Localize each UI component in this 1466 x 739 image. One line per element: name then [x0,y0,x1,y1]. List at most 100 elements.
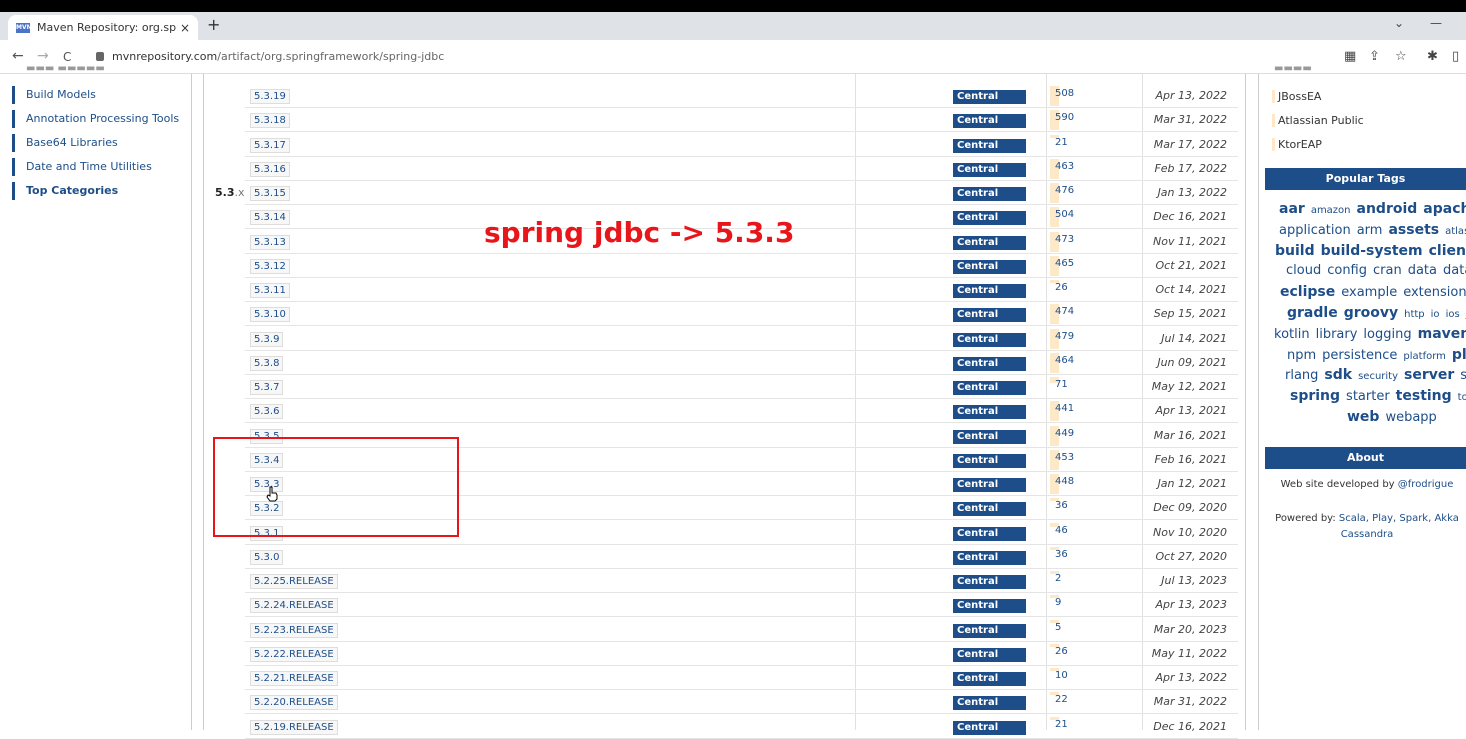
repository-badge[interactable]: Central [953,139,1026,153]
usages-count[interactable]: 448 [1055,476,1074,487]
category-base64[interactable]: Base64 Libraries [12,134,190,152]
version-link[interactable]: 5.3.12 [250,259,290,274]
tag-link[interactable]: sdk [1324,367,1352,383]
usages-count[interactable]: 465 [1055,258,1074,269]
category-annotation-processing[interactable]: Annotation Processing Tools [12,110,190,128]
version-link[interactable]: 5.3.8 [250,356,283,371]
version-link[interactable]: 5.2.19.RELEASE [250,720,338,735]
browser-tab[interactable]: MVN Maven Repository: org.springf × [8,15,198,40]
tag-link[interactable]: amazon [1311,205,1351,216]
usages-count[interactable]: 453 [1055,452,1074,463]
tag-link[interactable]: spring [1290,388,1340,404]
version-link[interactable]: 5.3.11 [250,283,290,298]
tag-link[interactable]: web [1347,409,1379,425]
version-link[interactable]: 5.3.0 [250,550,283,565]
usages-count[interactable]: 46 [1055,525,1068,536]
usages-count[interactable]: 10 [1055,670,1068,681]
tag-link[interactable]: rlang [1285,368,1318,383]
tag-link[interactable]: eclipse [1280,284,1335,300]
tab-search-chevron-icon[interactable]: ⌄ [1394,16,1404,30]
repository-badge[interactable]: Central [953,90,1026,104]
tag-link[interactable]: config [1327,263,1367,278]
repository-badge[interactable]: Central [953,721,1026,735]
tag-link[interactable]: io [1431,309,1440,320]
usages-count[interactable]: 479 [1055,331,1074,342]
repository-badge[interactable]: Central [953,236,1026,250]
usages-count[interactable]: 26 [1055,282,1068,293]
repo-jbossea[interactable]: JBossEA [1272,90,1321,103]
share-icon[interactable]: ⇪ [1369,49,1380,64]
category-build-models[interactable]: Build Models [12,86,190,104]
category-date-time[interactable]: Date and Time Utilities [12,158,190,176]
tag-link[interactable]: datab [1443,263,1466,278]
repo-ktoreap[interactable]: KtorEAP [1272,138,1322,151]
repository-badge[interactable]: Central [953,308,1026,322]
usages-count[interactable]: 504 [1055,209,1074,220]
top-categories-link[interactable]: Top Categories [12,182,190,200]
version-link[interactable]: 5.2.23.RELEASE [250,623,338,638]
tag-link[interactable]: persistence [1322,348,1397,363]
repository-badge[interactable]: Central [953,163,1026,177]
version-link[interactable]: 5.3.14 [250,210,290,225]
usages-count[interactable]: 22 [1055,694,1068,705]
repository-badge[interactable]: Central [953,575,1026,589]
reload-icon[interactable]: C [63,50,71,64]
repository-badge[interactable]: Central [953,405,1026,419]
tag-link[interactable]: build-system [1321,243,1423,259]
tag-link[interactable]: groovy [1344,305,1398,321]
tag-link[interactable]: http [1404,309,1425,320]
usages-count[interactable]: 21 [1055,137,1068,148]
tag-link[interactable]: ios [1446,309,1460,320]
tag-link[interactable]: maven [1418,326,1466,342]
usages-count[interactable]: 2 [1055,573,1061,584]
usages-count[interactable]: 36 [1055,549,1068,560]
repository-badge[interactable]: Central [953,430,1026,444]
usages-count[interactable]: 474 [1055,306,1074,317]
tag-link[interactable]: aar [1279,201,1305,217]
tag-link[interactable]: testing [1396,388,1452,404]
tag-link[interactable]: npm [1287,348,1316,363]
version-link[interactable]: 5.3.16 [250,162,290,177]
tag-link[interactable]: client [1429,243,1466,259]
version-link[interactable]: 5.3.15 [250,186,290,201]
extensions-icon[interactable]: ✱ [1427,49,1438,64]
forward-icon[interactable]: → [37,48,49,64]
tag-link[interactable]: webapp [1385,410,1436,425]
repository-badge[interactable]: Central [953,478,1026,492]
tag-link[interactable]: apache [1423,201,1466,217]
version-link[interactable]: 5.3.18 [250,113,290,128]
usages-count[interactable]: 21 [1055,719,1068,730]
tag-link[interactable]: arm [1357,223,1383,238]
tag-link[interactable]: library [1316,327,1358,342]
sidepanel-icon[interactable]: ▯ [1452,49,1459,64]
version-link[interactable]: 5.3.13 [250,235,290,250]
powered-links[interactable]: Scala, Play, Spark, Akka [1339,513,1459,524]
version-link[interactable]: 5.3.6 [250,404,283,419]
version-link[interactable]: 5.3.17 [250,138,290,153]
usages-count[interactable]: 5 [1055,622,1061,633]
tag-link[interactable]: cran [1373,263,1402,278]
usages-count[interactable]: 36 [1055,500,1068,511]
usages-count[interactable]: 590 [1055,112,1074,123]
repository-badge[interactable]: Central [953,381,1026,395]
tag-link[interactable]: assets [1388,222,1439,238]
repository-badge[interactable]: Central [953,211,1026,225]
tag-link[interactable]: application [1279,223,1351,238]
tag-link[interactable]: extension [1403,285,1466,300]
tag-link[interactable]: cloud [1286,263,1321,278]
usages-count[interactable]: 449 [1055,428,1074,439]
url-field[interactable]: mvnrepository.com/artifact/org.springfra… [96,50,444,63]
cassandra-link[interactable]: Cassandra [1341,529,1394,540]
repository-badge[interactable]: Central [953,260,1026,274]
usages-count[interactable]: 71 [1055,379,1068,390]
tag-link[interactable]: atlassian [1445,226,1466,237]
version-link[interactable]: 5.3.9 [250,332,283,347]
tag-link[interactable]: build [1275,243,1315,259]
repository-badge[interactable]: Central [953,551,1026,565]
version-link[interactable]: 5.3.7 [250,380,283,395]
tag-link[interactable]: example [1341,285,1397,300]
repository-badge[interactable]: Central [953,527,1026,541]
usages-count[interactable]: 26 [1055,646,1068,657]
tag-link[interactable]: starter [1346,389,1390,404]
repository-badge[interactable]: Central [953,333,1026,347]
